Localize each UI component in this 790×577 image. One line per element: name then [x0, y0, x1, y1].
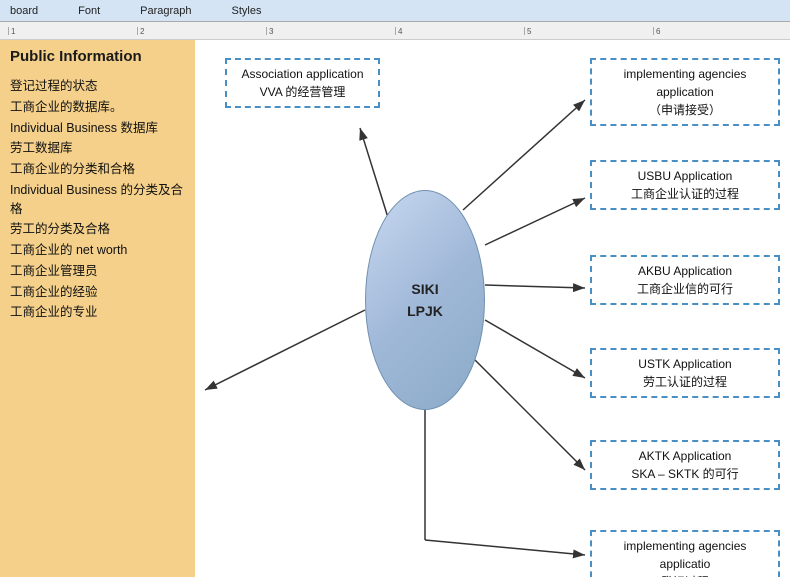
- box-top-left: Association application VVA 的经营管理: [225, 58, 380, 108]
- list-item: 工商企业的分类和合格: [10, 160, 185, 179]
- ruler-mark-1: 2: [137, 27, 266, 35]
- list-item: 工商企业管理员: [10, 262, 185, 281]
- ruler-mark-0: 1: [8, 27, 137, 35]
- box-top-right-line1: implementing agencies application: [600, 65, 770, 101]
- ruler-marks: 1 2 3 4 5 6: [8, 27, 782, 35]
- oval-label-lpjk: LPJK: [407, 300, 443, 322]
- list-item: Individual Business 的分类及合格: [10, 181, 185, 219]
- list-item: 工商企业的数据库。: [10, 98, 185, 117]
- box-right-4: AKTK Application SKA – SKTK 的可行: [590, 440, 780, 490]
- box-r3-line2: 劳工认证的过程: [600, 373, 770, 391]
- box-top-left-line1: Association application: [235, 65, 370, 83]
- oval: SIKI LPJK: [365, 190, 485, 410]
- list-item: Individual Business 数据库: [10, 119, 185, 138]
- list-item: 工商企业的专业: [10, 303, 185, 322]
- diagram-area: SIKI LPJK Association application VVA 的经…: [195, 40, 790, 577]
- toolbar: board Font Paragraph Styles: [0, 0, 790, 22]
- oval-label-siki: SIKI: [411, 278, 438, 300]
- ruler-mark-3: 4: [395, 27, 524, 35]
- box-top-left-line2: VVA 的经营管理: [235, 83, 370, 101]
- sidebar-list: 登记过程的状态 工商企业的数据库。 Individual Business 数据…: [10, 77, 185, 322]
- box-right-1: USBU Application 工商企业认证的过程: [590, 160, 780, 210]
- box-r4-line2: SKA – SKTK 的可行: [600, 465, 770, 483]
- box-r2-line1: AKBU Application: [600, 262, 770, 280]
- box-top-right-line2: （申请接受）: [600, 101, 770, 119]
- toolbar-font: Font: [78, 5, 100, 17]
- box-r1-line2: 工商企业认证的过程: [600, 185, 770, 203]
- toolbar-styles: Styles: [232, 5, 262, 17]
- ruler-mark-5: 6: [653, 27, 782, 35]
- toolbar-paragraph: Paragraph: [140, 5, 191, 17]
- list-item: 劳工的分类及合格: [10, 220, 185, 239]
- box-bottom-line2: 登记过程: [600, 573, 770, 577]
- box-r4-line1: AKTK Application: [600, 447, 770, 465]
- ruler-mark-4: 5: [524, 27, 653, 35]
- list-item: 劳工数据库: [10, 139, 185, 158]
- toolbar-board: board: [10, 5, 38, 17]
- box-r1-line1: USBU Application: [600, 167, 770, 185]
- box-right-3: USTK Application 劳工认证的过程: [590, 348, 780, 398]
- box-bottom: implementing agencies applicatio 登记过程: [590, 530, 780, 577]
- sidebar-title: Public Information: [10, 48, 185, 69]
- list-item: 登记过程的状态: [10, 77, 185, 96]
- box-top-right: implementing agencies application （申请接受）: [590, 58, 780, 126]
- box-r2-line2: 工商企业信的可行: [600, 280, 770, 298]
- list-item: 工商企业的 net worth: [10, 241, 185, 260]
- main-content: Public Information 登记过程的状态 工商企业的数据库。 Ind…: [0, 40, 790, 577]
- ruler: 1 2 3 4 5 6: [0, 22, 790, 40]
- list-item: 工商企业的经验: [10, 283, 185, 302]
- box-right-2: AKBU Application 工商企业信的可行: [590, 255, 780, 305]
- ruler-mark-2: 3: [266, 27, 395, 35]
- oval-container: SIKI LPJK: [365, 190, 485, 410]
- box-bottom-line1: implementing agencies applicatio: [600, 537, 770, 573]
- sidebar: Public Information 登记过程的状态 工商企业的数据库。 Ind…: [0, 40, 195, 577]
- box-r3-line1: USTK Application: [600, 355, 770, 373]
